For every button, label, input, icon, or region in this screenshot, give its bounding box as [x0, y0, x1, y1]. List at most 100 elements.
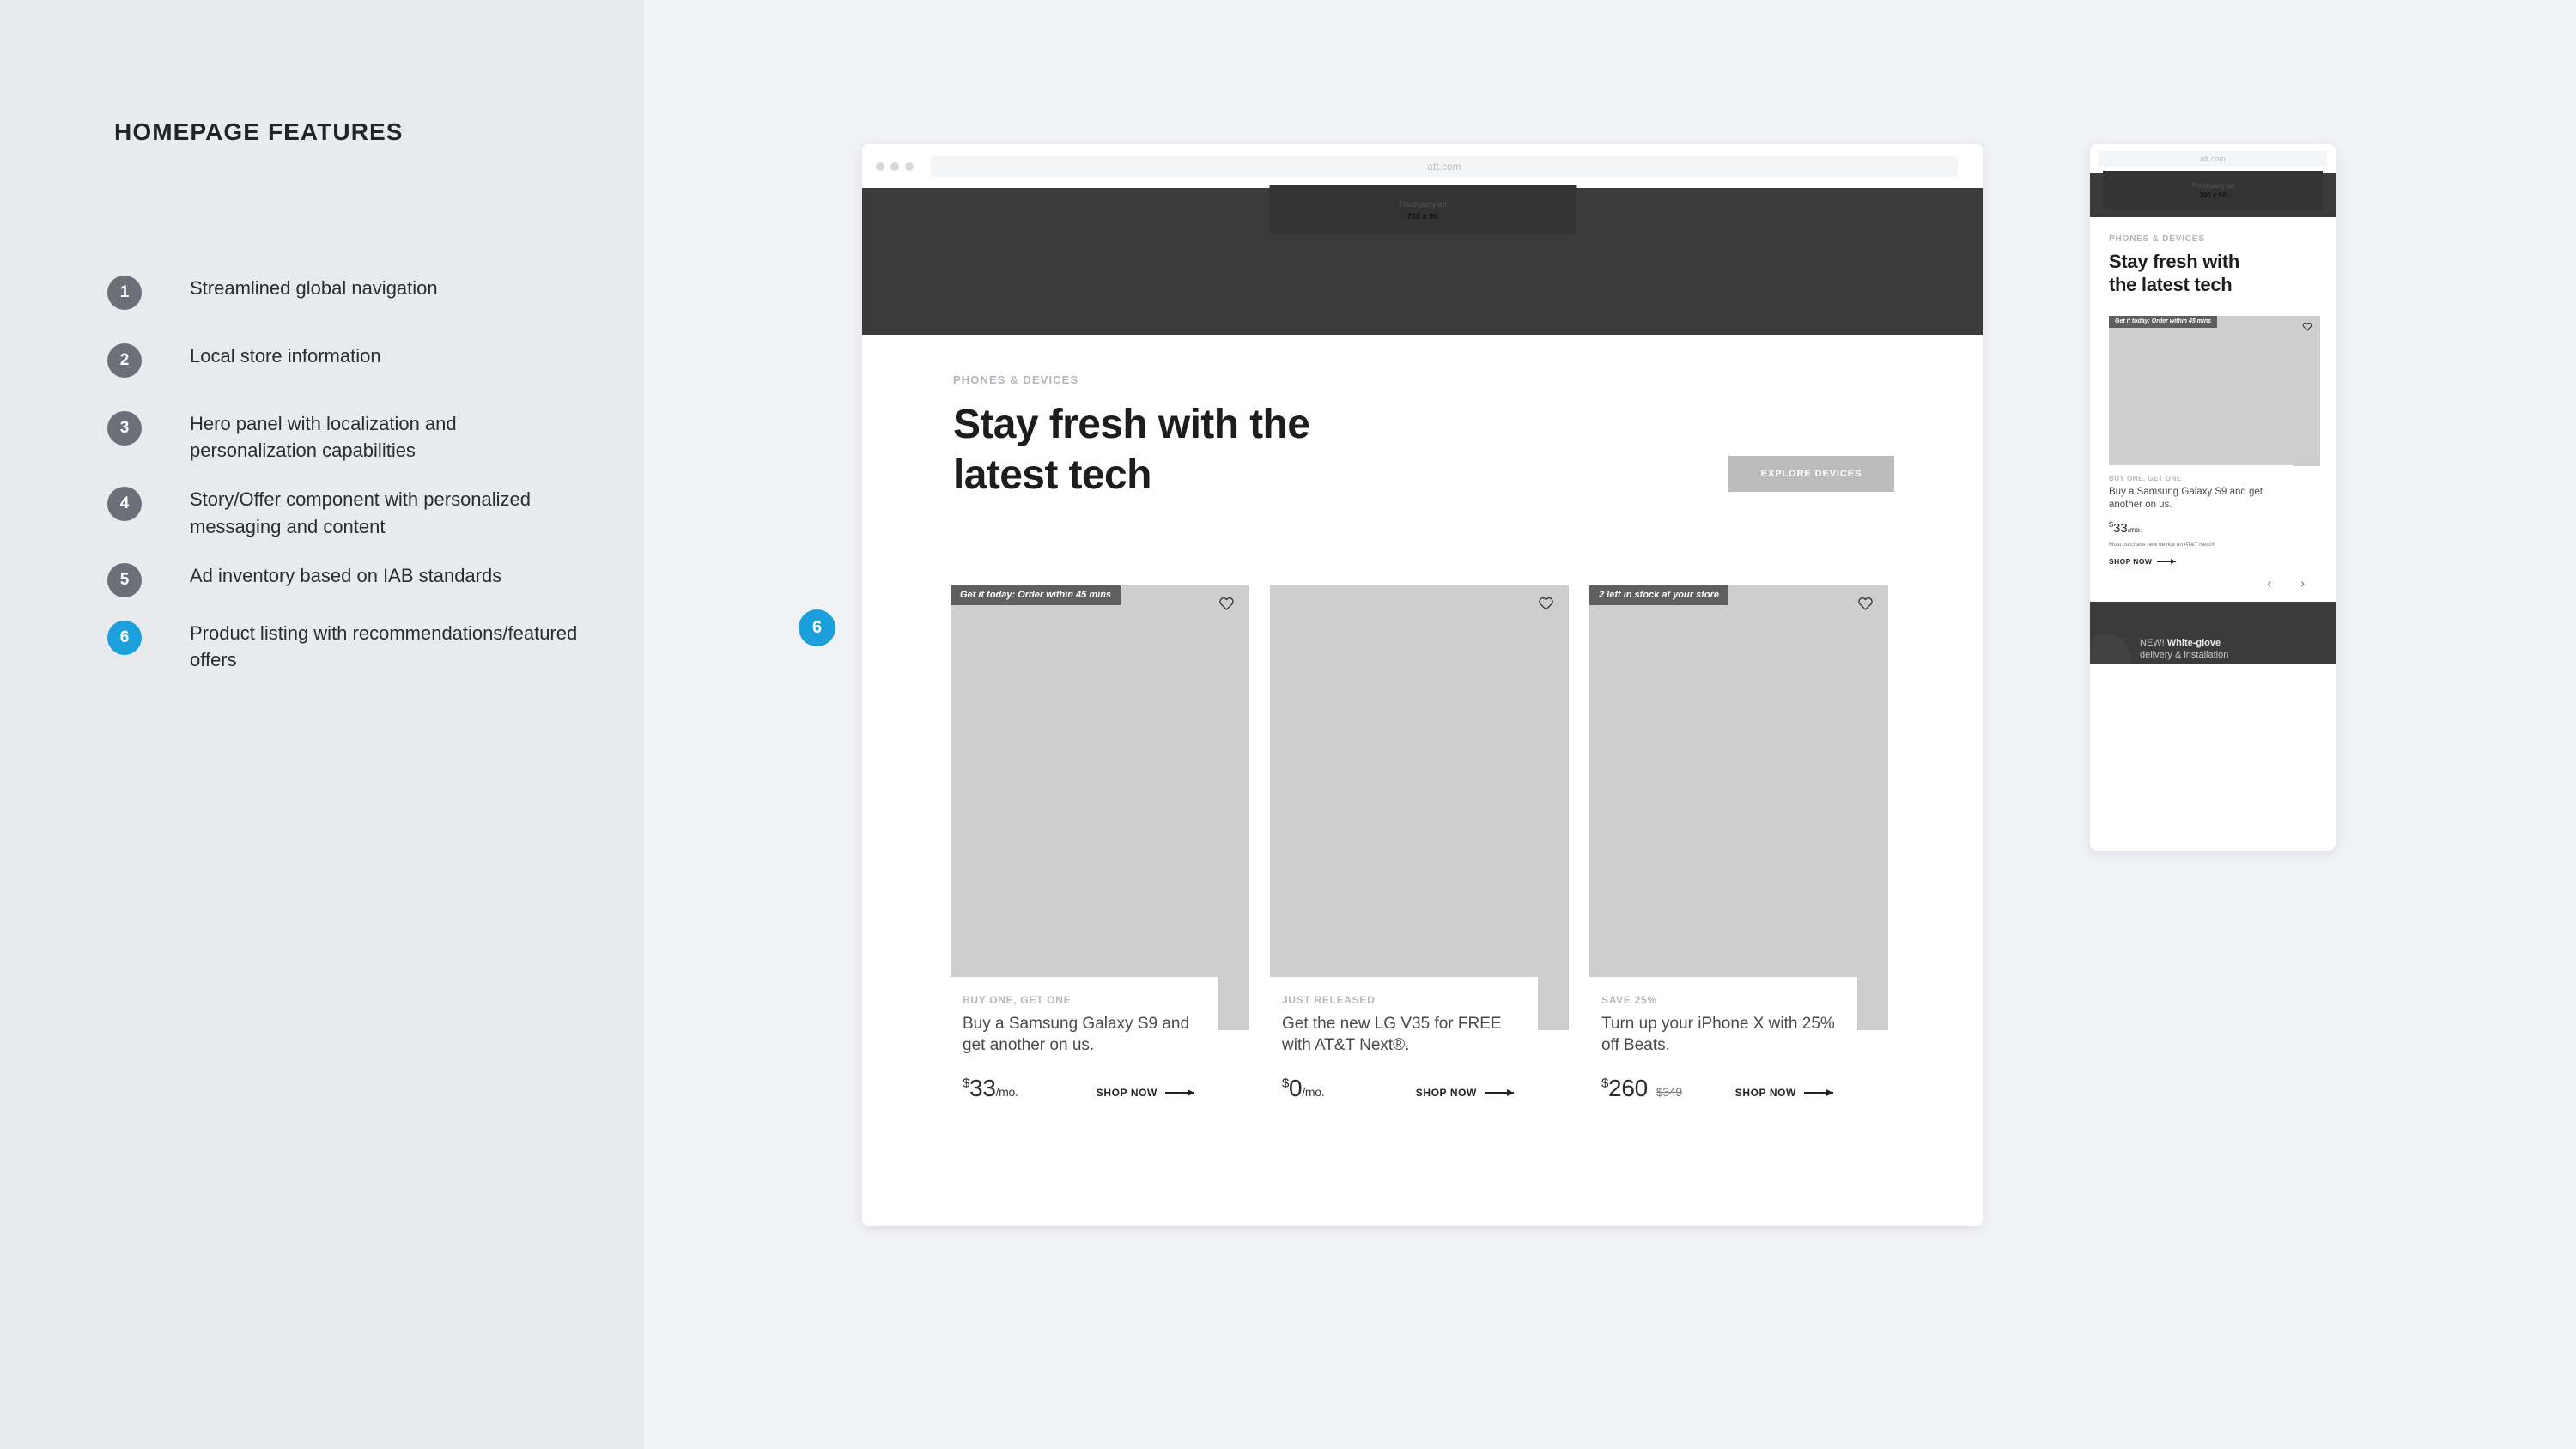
- product-badge: Get it today: Order within 45 mins: [951, 585, 1121, 606]
- explore-devices-button[interactable]: EXPLORE DEVICES: [1728, 456, 1894, 493]
- mobile-page-content: PHONES & DEVICES Stay fresh with the lat…: [2090, 217, 2336, 590]
- product-description: Get the new LG V35 for FREE with AT&T Ne…: [1282, 1014, 1502, 1054]
- product-kicker: BUY ONE, GET ONE: [963, 993, 1072, 1006]
- carousel-next-icon[interactable]: ›: [2300, 576, 2305, 590]
- mobile-headline-line-2: the latest tech: [2109, 273, 2233, 295]
- footer-promo-prefix: NEW!: [2140, 637, 2167, 648]
- callout-badge-6: 6: [799, 609, 835, 646]
- price-amount: 0: [1289, 1075, 1303, 1102]
- ad-label: Third-party ad: [1398, 199, 1447, 209]
- product-badge: 2 left in stock at your store: [1589, 585, 1728, 606]
- arrow-right-icon: [2157, 559, 2177, 564]
- arrow-right-icon: [1165, 1089, 1194, 1095]
- mobile-browser-chrome: att.com: [2090, 144, 2336, 173]
- product-card-footer: $260 $349 SHOP NOW: [1601, 1075, 1857, 1102]
- desktop-page-content: PHONES & DEVICES Stay fresh with the lat…: [862, 335, 1983, 1103]
- mobile-carousel-controls: ‹ ›: [2109, 576, 2317, 590]
- ad-size: 728 x 90: [1406, 211, 1438, 221]
- product-description: Buy a Samsung Galaxy S9 and get another …: [963, 1014, 1190, 1054]
- footer-avatar-placeholder: [2090, 634, 2131, 665]
- shop-now-label: SHOP NOW: [1735, 1087, 1796, 1100]
- arrow-right-icon: [1804, 1089, 1833, 1095]
- mobile-price-amount: 33: [2113, 521, 2128, 537]
- carousel-prev-icon[interactable]: ‹: [2268, 576, 2272, 590]
- feature-label-2: Local store information: [190, 345, 381, 367]
- feature-item-4: 4 Story/Offer component with personalize…: [107, 486, 588, 539]
- price-currency: $: [963, 1076, 970, 1091]
- shop-now-label: SHOP NOW: [1415, 1087, 1477, 1100]
- mobile-device-mockup: att.com Third-party ad 300 x 50 PHONES &…: [2090, 144, 2336, 851]
- price-amount: 260: [1608, 1075, 1648, 1102]
- feature-number-badge-2: 2: [107, 343, 142, 378]
- third-party-ad-slot: Third-party ad 728 x 90: [1269, 185, 1576, 234]
- product-price: $0/mo.: [1282, 1075, 1325, 1102]
- product-card[interactable]: 2 left in stock at your store SAVE 25% T…: [1589, 585, 1888, 1103]
- feature-number-badge-1: 1: [107, 276, 142, 310]
- product-card-footer: $33/mo. SHOP NOW: [963, 1075, 1218, 1102]
- feature-label-3: Hero panel with localization and persona…: [190, 413, 457, 462]
- favorite-heart-icon[interactable]: [2302, 321, 2312, 331]
- hero-eyebrow: PHONES & DEVICES: [953, 373, 1079, 386]
- product-price: $33/mo.: [963, 1075, 1018, 1102]
- arrow-right-icon: [1485, 1089, 1514, 1095]
- mobile-address-bar[interactable]: att.com: [2099, 151, 2327, 167]
- shop-now-link[interactable]: SHOP NOW: [1097, 1087, 1194, 1099]
- price-period: /mo.: [1302, 1085, 1325, 1100]
- feature-list: 1 Streamlined global navigation 2 Local …: [107, 275, 588, 695]
- feature-label-4: Story/Offer component with personalized …: [190, 488, 532, 537]
- price-currency: $: [1282, 1076, 1290, 1091]
- feature-item-2: 2 Local store information: [107, 343, 588, 378]
- mobile-hero-banner: Third-party ad 300 x 50: [2090, 171, 2336, 217]
- mobile-product-card-body: BUY ONE, GET ONE Buy a Samsung Galaxy S9…: [2109, 464, 2293, 567]
- shop-now-label: SHOP NOW: [1096, 1087, 1157, 1100]
- product-card-body: SAVE 25% Turn up your iPhone X with 25% …: [1589, 976, 1857, 1103]
- favorite-heart-icon[interactable]: [1538, 595, 1554, 611]
- mobile-product-price: $33/mo.: [2109, 520, 2293, 536]
- mobile-ad-label: Third-party ad: [2191, 181, 2234, 190]
- features-panel: HOMEPAGE FEATURES 1 Streamlined global n…: [0, 0, 644, 1449]
- mobile-address-bar-text: att.com: [2200, 155, 2226, 163]
- mobile-headline-line-1: Stay fresh with: [2109, 251, 2239, 272]
- footer-promo-subtitle: delivery & installation: [2140, 650, 2229, 661]
- product-card[interactable]: JUST RELEASED Get the new LG V35 for FRE…: [1270, 585, 1569, 1103]
- feature-number-badge-4: 4: [107, 487, 142, 522]
- product-card-footer: $0/mo. SHOP NOW: [1282, 1075, 1538, 1102]
- mobile-shop-now-link[interactable]: SHOP NOW: [2109, 557, 2293, 566]
- address-bar[interactable]: att.com: [931, 155, 1958, 177]
- shop-now-link[interactable]: SHOP NOW: [1416, 1087, 1514, 1099]
- address-bar-text: att.com: [1427, 160, 1461, 173]
- mobile-product-image-placeholder: Get it today: Order within 45 mins: [2109, 315, 2320, 466]
- mobile-price-disclaimer: Must purchase new device on AT&T Next®: [2109, 542, 2215, 549]
- feature-item-6: 6 Product listing with recommendations/f…: [107, 620, 588, 673]
- footer-promo-title: White-glove: [2166, 637, 2221, 648]
- mobile-third-party-ad-slot: Third-party ad 300 x 50: [2103, 171, 2323, 209]
- product-card[interactable]: Get it today: Order within 45 mins BUY O…: [951, 585, 1249, 1103]
- feature-label-6: Product listing with recommendations/fea…: [190, 621, 578, 671]
- window-close-dot[interactable]: [876, 161, 884, 171]
- product-image-placeholder: 2 left in stock at your store: [1589, 585, 1888, 1031]
- browser-chrome: att.com: [862, 144, 1983, 188]
- mobile-product-kicker: BUY ONE, GET ONE: [2109, 474, 2182, 482]
- feature-item-5: 5 Ad inventory based on IAB standards: [107, 562, 588, 597]
- product-card-body: JUST RELEASED Get the new LG V35 for FRE…: [1270, 976, 1538, 1103]
- price-original: $349: [1656, 1085, 1682, 1100]
- mobile-product-card[interactable]: Get it today: Order within 45 mins BUY O…: [2109, 315, 2320, 567]
- feature-number-badge-3: 3: [107, 411, 142, 446]
- mobile-product-badge: Get it today: Order within 45 mins: [2109, 315, 2218, 328]
- window-maximize-dot[interactable]: [905, 161, 914, 171]
- product-kicker: SAVE 25%: [1601, 993, 1657, 1006]
- product-price: $260 $349: [1601, 1075, 1682, 1102]
- hero-headline: Stay fresh with the latest tech: [953, 400, 1310, 500]
- hero-headline-line-2: latest tech: [953, 452, 1151, 498]
- mobile-ad-size: 300 x 50: [2199, 191, 2227, 199]
- product-description: Turn up your iPhone X with 25% off Beats…: [1601, 1014, 1835, 1054]
- favorite-heart-icon[interactable]: [1857, 595, 1874, 611]
- footer-promo-text: NEW! White-glove delivery & installation: [2140, 637, 2228, 662]
- mobile-footer-promo[interactable]: NEW! White-glove delivery & installation: [2090, 602, 2336, 665]
- mobile-shop-now-label: SHOP NOW: [2109, 557, 2153, 567]
- mobile-hero-eyebrow: PHONES & DEVICES: [2109, 234, 2205, 244]
- mobile-product-description: Buy a Samsung Galaxy S9 and get another …: [2109, 486, 2263, 511]
- shop-now-link[interactable]: SHOP NOW: [1735, 1087, 1833, 1099]
- favorite-heart-icon[interactable]: [1218, 595, 1235, 611]
- window-minimize-dot[interactable]: [890, 161, 899, 171]
